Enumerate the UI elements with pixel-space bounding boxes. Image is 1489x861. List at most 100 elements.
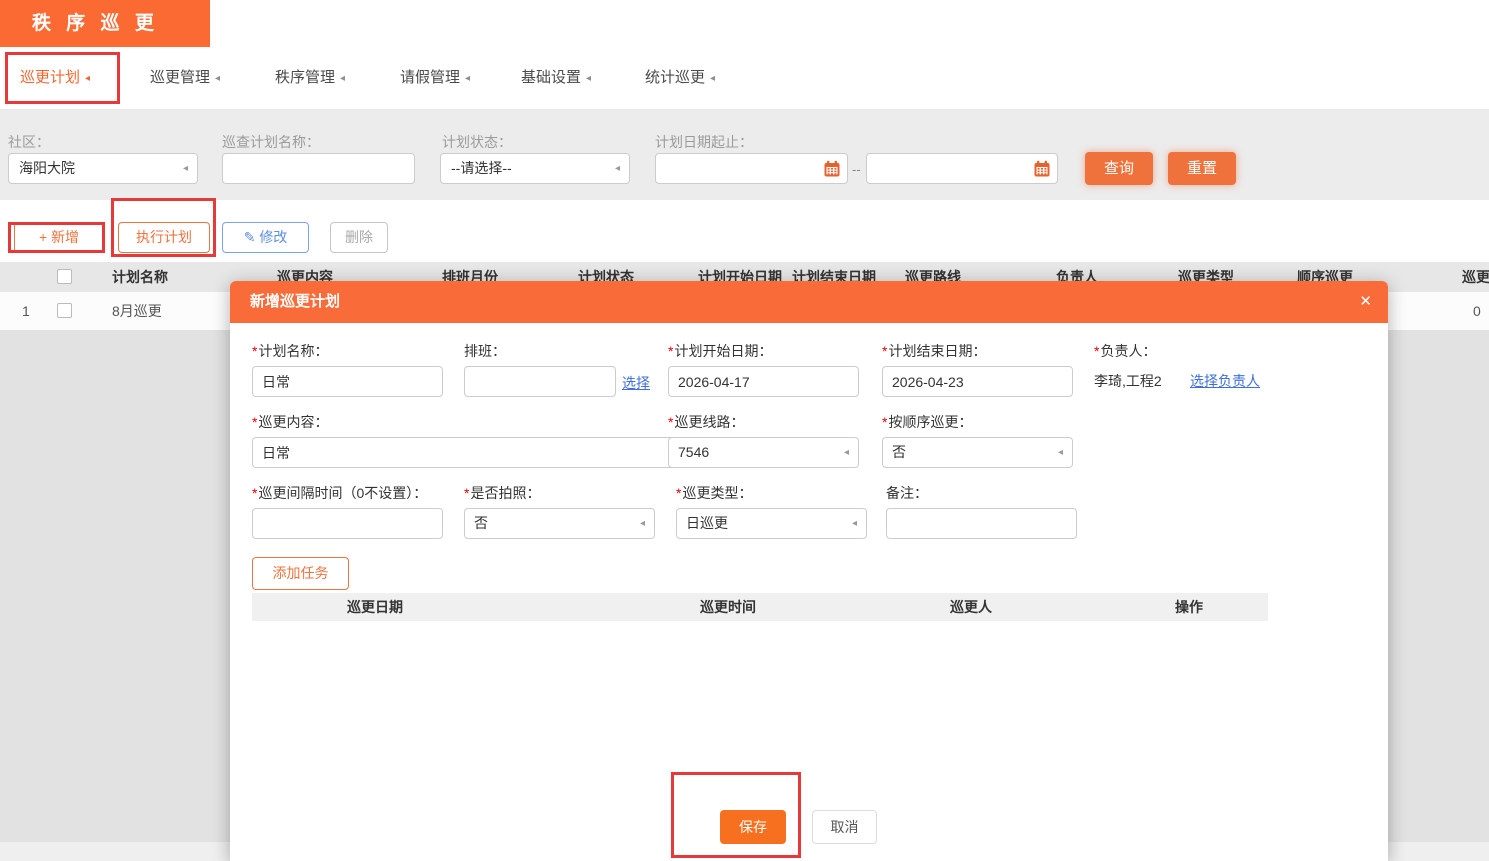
- chevron-left-icon: ◂: [340, 73, 345, 84]
- row-interval: 0: [1473, 292, 1481, 330]
- in-order-field-label: *按顺序巡更：: [882, 412, 972, 432]
- manager-field-label: *负责人：: [1094, 341, 1156, 361]
- tab-label: 基础设置: [521, 69, 581, 86]
- save-button[interactable]: 保存: [720, 810, 786, 844]
- page: 秩 序 巡 更 巡更计划◂ 巡更管理◂ 秩序管理◂ 请假管理◂ 基础设置◂ 统计…: [0, 0, 1489, 861]
- label-text: 巡更间隔时间（0不设置）：: [258, 485, 427, 501]
- photo-select[interactable]: 否 ◂: [464, 508, 655, 539]
- tab-patrol-stats[interactable]: 统计巡更 ◂: [645, 47, 715, 109]
- date-range-label: 计划日期起止：: [655, 132, 753, 152]
- plan-status-value: --请选择--: [451, 154, 512, 183]
- tab-patrol-plan[interactable]: 巡更计划 ◂: [20, 47, 90, 109]
- date-start-input[interactable]: [655, 153, 848, 184]
- route-value: 7546: [678, 444, 709, 460]
- community-select[interactable]: 海阳大院 ◂: [8, 153, 198, 184]
- photo-value: 否: [474, 515, 488, 531]
- chevron-left-icon: ◂: [710, 73, 715, 84]
- required-mark: *: [252, 343, 257, 359]
- row-checkbox[interactable]: [57, 303, 72, 318]
- required-mark: *: [882, 343, 887, 359]
- plus-icon: +: [39, 229, 47, 245]
- chevron-left-icon: ◂: [1058, 438, 1063, 467]
- content-field-label: *巡更内容：: [252, 412, 328, 432]
- type-value: 日巡更: [686, 515, 728, 531]
- end-date-field-input[interactable]: [882, 366, 1073, 397]
- label-text: 巡更线路：: [674, 414, 744, 430]
- label-text: 计划名称：: [258, 343, 328, 359]
- calendar-icon[interactable]: [1033, 160, 1051, 178]
- schedule-field-input[interactable]: [464, 366, 616, 397]
- required-mark: *: [1094, 343, 1099, 359]
- plan-name-input[interactable]: [222, 153, 415, 184]
- edit-button[interactable]: ✎ 修改: [222, 222, 309, 253]
- schedule-field-label: 排班：: [464, 341, 506, 361]
- end-date-field-label: *计划结束日期：: [882, 341, 986, 361]
- start-date-field-input[interactable]: [668, 366, 859, 397]
- route-field-label: *巡更线路：: [668, 412, 744, 432]
- task-col-date: 巡更日期: [347, 593, 403, 621]
- start-date-field-label: *计划开始日期：: [668, 341, 772, 361]
- community-value: 海阳大院: [19, 154, 75, 183]
- plan-status-select[interactable]: --请选择-- ◂: [440, 153, 630, 184]
- cancel-button[interactable]: 取消: [812, 810, 877, 844]
- date-range-separator: --: [852, 162, 861, 177]
- tab-basic-settings[interactable]: 基础设置◂: [521, 47, 591, 109]
- chevron-left-icon: ◂: [85, 73, 90, 84]
- chevron-left-icon: ◂: [852, 509, 857, 538]
- plan-name-field-input[interactable]: [252, 366, 443, 397]
- reset-button[interactable]: 重置: [1168, 152, 1236, 185]
- delete-button[interactable]: 删除: [330, 222, 388, 253]
- type-select[interactable]: 日巡更 ◂: [676, 508, 867, 539]
- in-order-value: 否: [892, 444, 906, 460]
- content-field-input[interactable]: [252, 437, 678, 468]
- label-text: 计划开始日期：: [674, 343, 772, 359]
- tab-patrol-manage[interactable]: 巡更管理 ◂: [150, 47, 220, 109]
- close-icon[interactable]: ✕: [1359, 281, 1372, 323]
- task-col-action: 操作: [1175, 593, 1203, 621]
- task-col-time: 巡更时间: [700, 593, 756, 621]
- task-table-header: 巡更日期 巡更时间 巡更人 操作: [252, 593, 1268, 621]
- required-mark: *: [676, 485, 681, 501]
- tab-label: 巡更管理: [150, 69, 210, 86]
- nav-bar: 巡更计划 ◂ 巡更管理 ◂ 秩序管理 ◂ 请假管理 ◂ 基础设置◂ 统计巡更 ◂: [0, 47, 1489, 110]
- tab-label: 巡更计划: [20, 69, 80, 86]
- row-index: 1: [22, 292, 30, 330]
- remark-field-input[interactable]: [886, 508, 1077, 539]
- interval-field-label: *巡更间隔时间（0不设置）：: [252, 483, 427, 503]
- required-mark: *: [882, 414, 887, 430]
- tab-leave-manage[interactable]: 请假管理 ◂: [400, 47, 470, 109]
- required-mark: *: [668, 414, 673, 430]
- filter-bar: 社区： 巡查计划名称： 计划状态： 计划日期起止： 海阳大院 ◂ --请选择--…: [0, 110, 1489, 200]
- manager-select-link[interactable]: 选择负责人: [1190, 371, 1260, 391]
- manager-value: 李琦,工程2: [1094, 371, 1162, 391]
- in-order-select[interactable]: 否 ◂: [882, 437, 1073, 468]
- schedule-select-link[interactable]: 选择: [622, 373, 650, 393]
- route-select[interactable]: 7546 ◂: [668, 437, 859, 468]
- plan-name-label: 巡查计划名称：: [222, 132, 320, 152]
- chevron-left-icon: ◂: [640, 509, 645, 538]
- search-button[interactable]: 查询: [1085, 152, 1153, 185]
- required-mark: *: [464, 485, 469, 501]
- tab-order-manage[interactable]: 秩序管理 ◂: [275, 47, 345, 109]
- execute-plan-button[interactable]: 执行计划: [118, 222, 210, 253]
- select-all-checkbox[interactable]: [57, 269, 72, 284]
- chevron-left-icon: ◂: [215, 73, 220, 84]
- tab-label: 统计巡更: [645, 69, 705, 86]
- pencil-icon: ✎: [244, 229, 256, 245]
- photo-field-label: *是否拍照：: [464, 483, 540, 503]
- tab-label: 请假管理: [400, 69, 460, 86]
- chevron-left-icon: ◂: [844, 438, 849, 467]
- add-button[interactable]: + 新增: [14, 222, 104, 253]
- label-text: 备注：: [886, 485, 928, 501]
- chevron-left-icon: ◂: [465, 73, 470, 84]
- interval-field-input[interactable]: [252, 508, 443, 539]
- label-text: 排班：: [464, 343, 506, 359]
- tab-label: 秩序管理: [275, 69, 335, 86]
- calendar-icon[interactable]: [823, 160, 841, 178]
- add-task-button[interactable]: 添加任务: [252, 557, 349, 590]
- date-end-input[interactable]: [866, 153, 1058, 184]
- community-label: 社区：: [8, 132, 50, 152]
- required-mark: *: [668, 343, 673, 359]
- type-field-label: *巡更类型：: [676, 483, 752, 503]
- remark-field-label: 备注：: [886, 483, 928, 503]
